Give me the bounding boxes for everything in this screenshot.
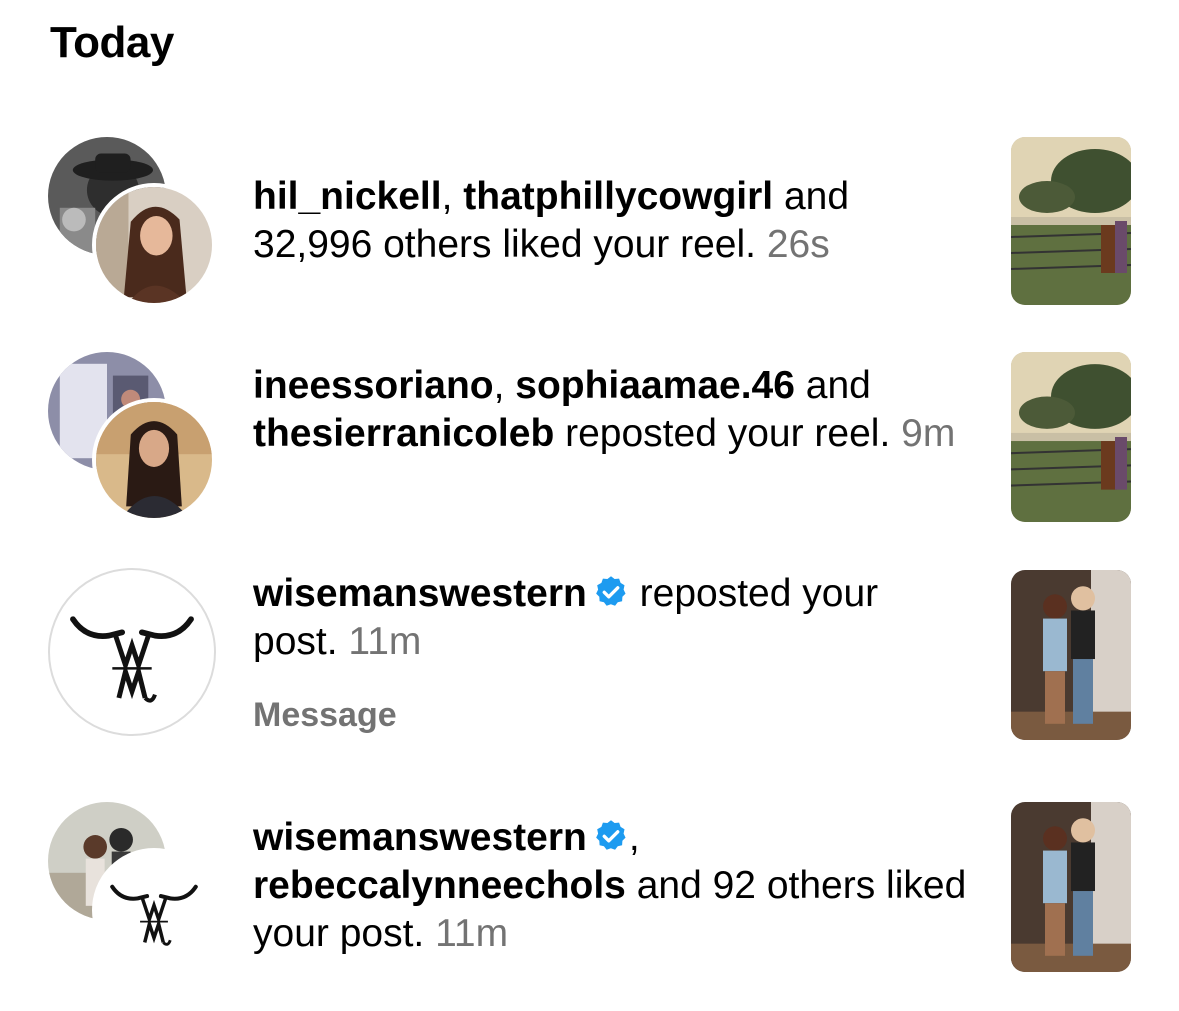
username-link[interactable]: thesierranicoleb — [253, 412, 554, 455]
notification-row[interactable]: wisemanswestern reposted your post. 11m … — [0, 568, 1179, 740]
notification-text: hil_nickell, thatphillycowgirl and 32,99… — [253, 173, 973, 269]
woman-street-photo-avatar[interactable] — [92, 398, 216, 522]
longhorn-logo-avatar[interactable] — [92, 848, 216, 972]
notification-row[interactable]: hil_nickell, thatphillycowgirl and 32,99… — [0, 137, 1179, 307]
couple-photo-thumbnail[interactable] — [1011, 570, 1131, 740]
longhorn-logo-avatar[interactable] — [48, 568, 216, 736]
username-link[interactable]: ineessoriano — [253, 364, 494, 407]
notification-text: ineessoriano, sophiaamae.46 and thesierr… — [253, 362, 973, 458]
notification-message: reposted your reel. — [554, 412, 891, 455]
notification-row[interactable]: wisemanswestern, rebeccalynneechols and … — [0, 802, 1179, 977]
couple-photo-thumbnail[interactable] — [1011, 802, 1131, 972]
message-button[interactable]: Message — [253, 696, 397, 735]
timestamp: 11m — [435, 912, 509, 955]
username-link[interactable]: rebeccalynneechols — [253, 864, 626, 907]
notification-row[interactable]: ineessoriano, sophiaamae.46 and thesierr… — [0, 352, 1179, 522]
separator: , — [441, 175, 464, 218]
username-link[interactable]: wisemanswestern — [253, 572, 587, 615]
verified-badge-icon — [595, 576, 626, 606]
notification-text: wisemanswestern reposted your post. 11m — [253, 570, 973, 666]
timestamp: 11m — [348, 620, 422, 663]
separator: , — [493, 364, 516, 407]
timestamp: 9m — [901, 412, 956, 455]
username-link[interactable]: thatphillycowgirl — [463, 175, 773, 218]
username-link[interactable]: sophiaamae.46 — [515, 364, 795, 407]
separator: , — [628, 816, 640, 859]
timestamp: 26s — [766, 223, 830, 266]
notification-text: wisemanswestern, rebeccalynneechols and … — [253, 814, 973, 958]
conjunction: and — [794, 364, 871, 407]
username-link[interactable]: hil_nickell — [253, 175, 442, 218]
username-link[interactable]: wisemanswestern — [253, 816, 587, 859]
horse-field-thumbnail[interactable] — [1011, 137, 1131, 305]
horse-field-thumbnail[interactable] — [1011, 352, 1131, 522]
woman-photo-avatar[interactable] — [92, 183, 216, 307]
section-title: Today — [50, 18, 174, 67]
verified-badge-icon — [595, 820, 626, 850]
